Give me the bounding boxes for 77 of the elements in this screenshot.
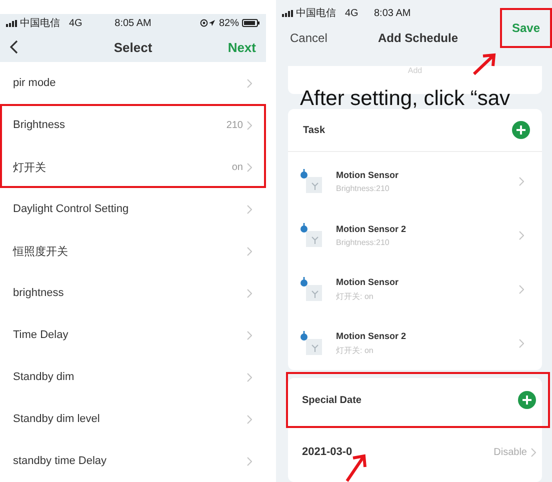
carrier-label: 中国电信	[296, 6, 336, 20]
chevron-icon	[531, 448, 536, 456]
chevron-icon	[247, 246, 252, 256]
setting-row[interactable]: 灯开关 on	[0, 146, 266, 188]
task-detail: 灯开关: on	[336, 290, 374, 302]
task-name: Motion Sensor	[336, 276, 400, 286]
chevron-icon	[247, 330, 252, 340]
setting-row[interactable]: Standby dim	[0, 356, 266, 398]
chevron-icon	[519, 338, 524, 348]
annotation-arrow-icon	[472, 52, 498, 76]
location-icon	[200, 19, 216, 27]
task-detail: Brightness:210	[336, 184, 390, 192]
task-detail: Brightness:210	[336, 238, 390, 246]
device-icon	[300, 331, 322, 355]
setting-row[interactable]: Time Delay	[0, 314, 266, 356]
setting-label: Standby dim	[13, 371, 74, 383]
chevron-icon	[519, 284, 524, 294]
date-status: Disable	[494, 446, 527, 458]
chevron-icon	[247, 78, 252, 88]
device-icon	[300, 223, 322, 247]
date-row[interactable]: 2021-03-0 Disable	[288, 428, 542, 472]
signal-icon	[6, 20, 17, 26]
task-detail: 灯开关: on	[336, 344, 374, 356]
chevron-icon	[247, 204, 252, 214]
setting-label: brightness	[13, 287, 64, 299]
setting-row[interactable]: 恒照度开关	[0, 230, 266, 272]
network-label: 4G	[69, 18, 82, 28]
setting-label: 灯开关	[13, 160, 46, 174]
setting-label: Time Delay	[13, 329, 68, 341]
section-title: Special Date	[302, 394, 362, 406]
task-row[interactable]: Motion Sensor 2 Brightness:210	[288, 208, 542, 262]
task-name: Motion Sensor 2	[336, 224, 408, 234]
network-label: 4G	[345, 8, 358, 18]
instruction-caption: After setting, click “sav	[300, 87, 510, 111]
status-time: 8:05 AM	[114, 18, 152, 28]
chevron-icon	[247, 414, 252, 424]
chevron-icon	[247, 372, 252, 382]
chevron-icon	[519, 176, 524, 186]
setting-row[interactable]: Standby dim level	[0, 398, 266, 440]
setting-label: 恒照度开关	[13, 244, 68, 258]
chevron-icon	[247, 456, 252, 466]
task-name: Motion Sensor	[336, 170, 400, 180]
signal-icon	[282, 10, 293, 16]
screen-title: Select	[114, 40, 152, 54]
section-title: Task	[303, 124, 326, 136]
setting-row[interactable]: Daylight Control Setting	[0, 188, 266, 230]
task-row[interactable]: Motion Sensor 灯开关: on	[288, 262, 542, 316]
setting-row[interactable]: pir mode	[0, 62, 266, 104]
date-label: 2021-03-0	[302, 446, 352, 458]
setting-row[interactable]: brightness	[0, 272, 266, 314]
setting-row[interactable]: Brightness 210	[0, 104, 266, 146]
add-icon[interactable]	[512, 121, 530, 139]
status-time: 8:03 AM	[374, 8, 411, 18]
setting-label: pir mode	[13, 77, 56, 89]
setting-value: on	[232, 162, 243, 172]
cancel-button[interactable]: Cancel	[290, 31, 328, 45]
device-icon	[300, 277, 322, 301]
setting-label: Daylight Control Setting	[13, 203, 129, 215]
chevron-icon	[247, 162, 252, 172]
setting-label: Standby dim level	[13, 413, 100, 425]
chevron-icon	[519, 230, 524, 240]
device-icon	[300, 169, 322, 193]
battery-icon	[242, 19, 260, 27]
setting-row[interactable]: standby time Delay	[0, 440, 266, 482]
battery-percent: 82%	[218, 18, 239, 28]
setting-value: 210	[226, 120, 243, 130]
add-icon[interactable]	[518, 391, 536, 409]
chevron-icon	[247, 120, 252, 130]
setting-label: standby time Delay	[13, 455, 107, 467]
task-name: Motion Sensor 2	[336, 330, 408, 340]
back-icon[interactable]	[10, 40, 18, 54]
chevron-icon	[247, 288, 252, 298]
task-row[interactable]: Motion Sensor Brightness:210	[288, 154, 542, 208]
setting-label: Brightness	[13, 119, 65, 131]
screen-title: Add Schedule	[378, 31, 458, 45]
carrier-label: 中国电信	[20, 16, 60, 30]
task-row[interactable]: Motion Sensor 2 灯开关: on	[288, 316, 542, 370]
